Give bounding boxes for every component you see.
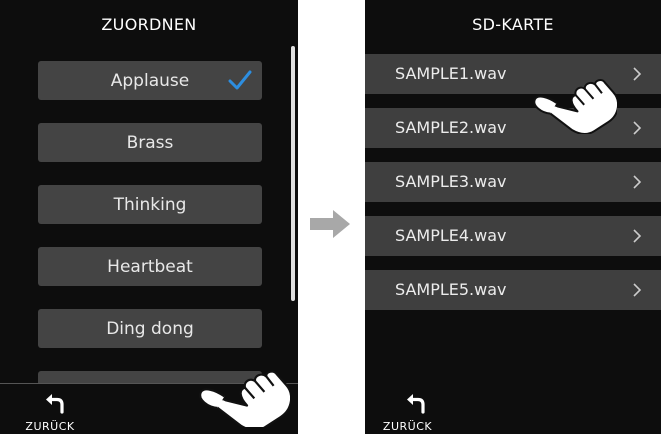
chevron-right-icon [633, 283, 642, 297]
chevron-right-icon [633, 67, 642, 81]
assign-item-label: Applause [110, 70, 190, 91]
file-item-sample1[interactable]: SAMPLE1.wav [365, 54, 661, 94]
screen-title: ZUORDNEN [101, 14, 197, 34]
chevron-right-icon [633, 229, 642, 243]
screen-title: SD-KARTE [472, 14, 554, 34]
file-name: SAMPLE3.wav [395, 172, 507, 191]
chevron-right-icon [633, 121, 642, 135]
scrollbar[interactable] [291, 46, 295, 301]
checkmark-icon [228, 70, 252, 90]
back-button[interactable]: ZURÜCK [0, 385, 100, 434]
footer-divider [0, 383, 298, 384]
assign-item-label: Ding dong [106, 318, 194, 339]
assign-item-label: Brass [126, 132, 174, 153]
back-label: ZURÜCK [382, 420, 433, 433]
assign-item-brass[interactable]: Brass [38, 123, 262, 162]
pointing-hand-icon [199, 370, 290, 427]
file-item-sample4[interactable]: SAMPLE4.wav [365, 216, 661, 256]
right-arrow-icon [310, 210, 350, 238]
assign-item-applause[interactable]: Applause [38, 61, 262, 100]
file-name: SAMPLE1.wav [395, 64, 507, 83]
back-arrow-icon [407, 394, 425, 414]
sd-card-screen: SD-KARTE SAMPLE1.wav SAMPLE2.wav SAMPLE3… [365, 0, 661, 434]
file-item-sample5[interactable]: SAMPLE5.wav [365, 270, 661, 310]
back-arrow-icon [46, 394, 64, 414]
assign-item-label: Thinking [113, 194, 187, 215]
assign-item-thinking[interactable]: Thinking [38, 185, 262, 224]
file-item-sample2[interactable]: SAMPLE2.wav [365, 108, 661, 148]
assign-screen: ZUORDNEN Applause Brass Thinking Heartbe… [0, 0, 298, 434]
assign-item-ding-dong[interactable]: Ding dong [38, 309, 262, 348]
back-button[interactable]: ZURÜCK [365, 385, 465, 434]
file-item-sample3[interactable]: SAMPLE3.wav [365, 162, 661, 202]
assign-item-label: Heartbeat [107, 256, 193, 277]
chevron-right-icon [633, 175, 642, 189]
file-name: SAMPLE5.wav [395, 280, 507, 299]
back-label: ZURÜCK [25, 420, 75, 433]
assign-item-heartbeat[interactable]: Heartbeat [38, 247, 262, 286]
file-name: SAMPLE4.wav [395, 226, 507, 245]
file-name: SAMPLE2.wav [395, 118, 507, 137]
